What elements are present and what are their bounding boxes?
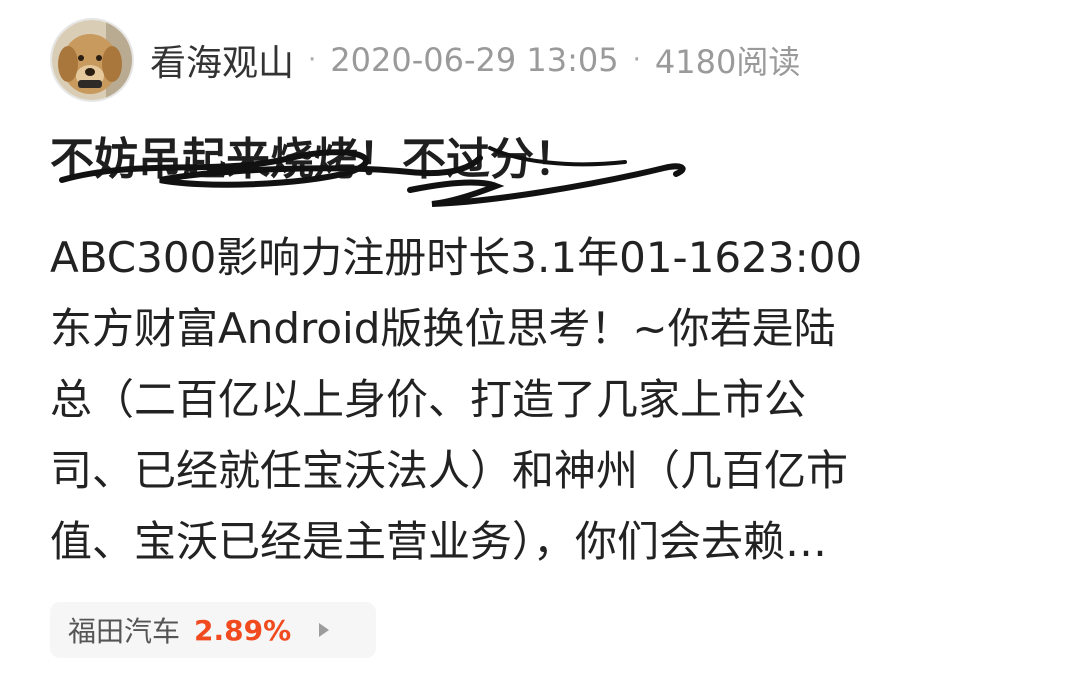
author-avatar[interactable] xyxy=(50,18,134,102)
post-title-block[interactable]: 不妨吊起来烧烤！不过分！ xyxy=(50,128,690,208)
post-body-line: 东方财富Android版换位思考！~你若是陆 xyxy=(50,304,836,353)
stock-tag-chip[interactable]: 福田汽车 2.89% xyxy=(50,602,376,658)
post-body-line: 司、已经就任宝沃法人）和神州（几百亿市 xyxy=(50,446,849,495)
read-count: 4180阅读 xyxy=(654,43,801,81)
post-body-line: 值、宝沃已经是主营业务），你们会去赖… xyxy=(50,517,828,566)
stock-change-percent: 2.89% xyxy=(194,613,292,647)
post-title: 不妨吊起来烧烤！不过分！ xyxy=(50,134,578,185)
post-body-line: ABC300影响力注册时长3.1年01-1623:00 xyxy=(50,233,863,282)
play-arrow-icon xyxy=(319,623,330,637)
post-body[interactable]: ABC300影响力注册时长3.1年01-1623:00 东方财富Android版… xyxy=(50,222,1030,577)
post-header: 看海观山 · 2020-06-29 13:05 · 4180阅读 xyxy=(50,16,800,104)
meta-separator: · xyxy=(308,45,317,75)
post-body-line: 总（二百亿以上身价、打造了几家上市公 xyxy=(50,375,807,424)
stock-name: 福田汽车 xyxy=(68,615,181,648)
meta-separator: · xyxy=(632,45,641,75)
author-name[interactable]: 看海观山 xyxy=(150,34,294,86)
post-timestamp: 2020-06-29 13:05 xyxy=(330,41,619,79)
puppy-avatar-icon xyxy=(52,20,132,100)
